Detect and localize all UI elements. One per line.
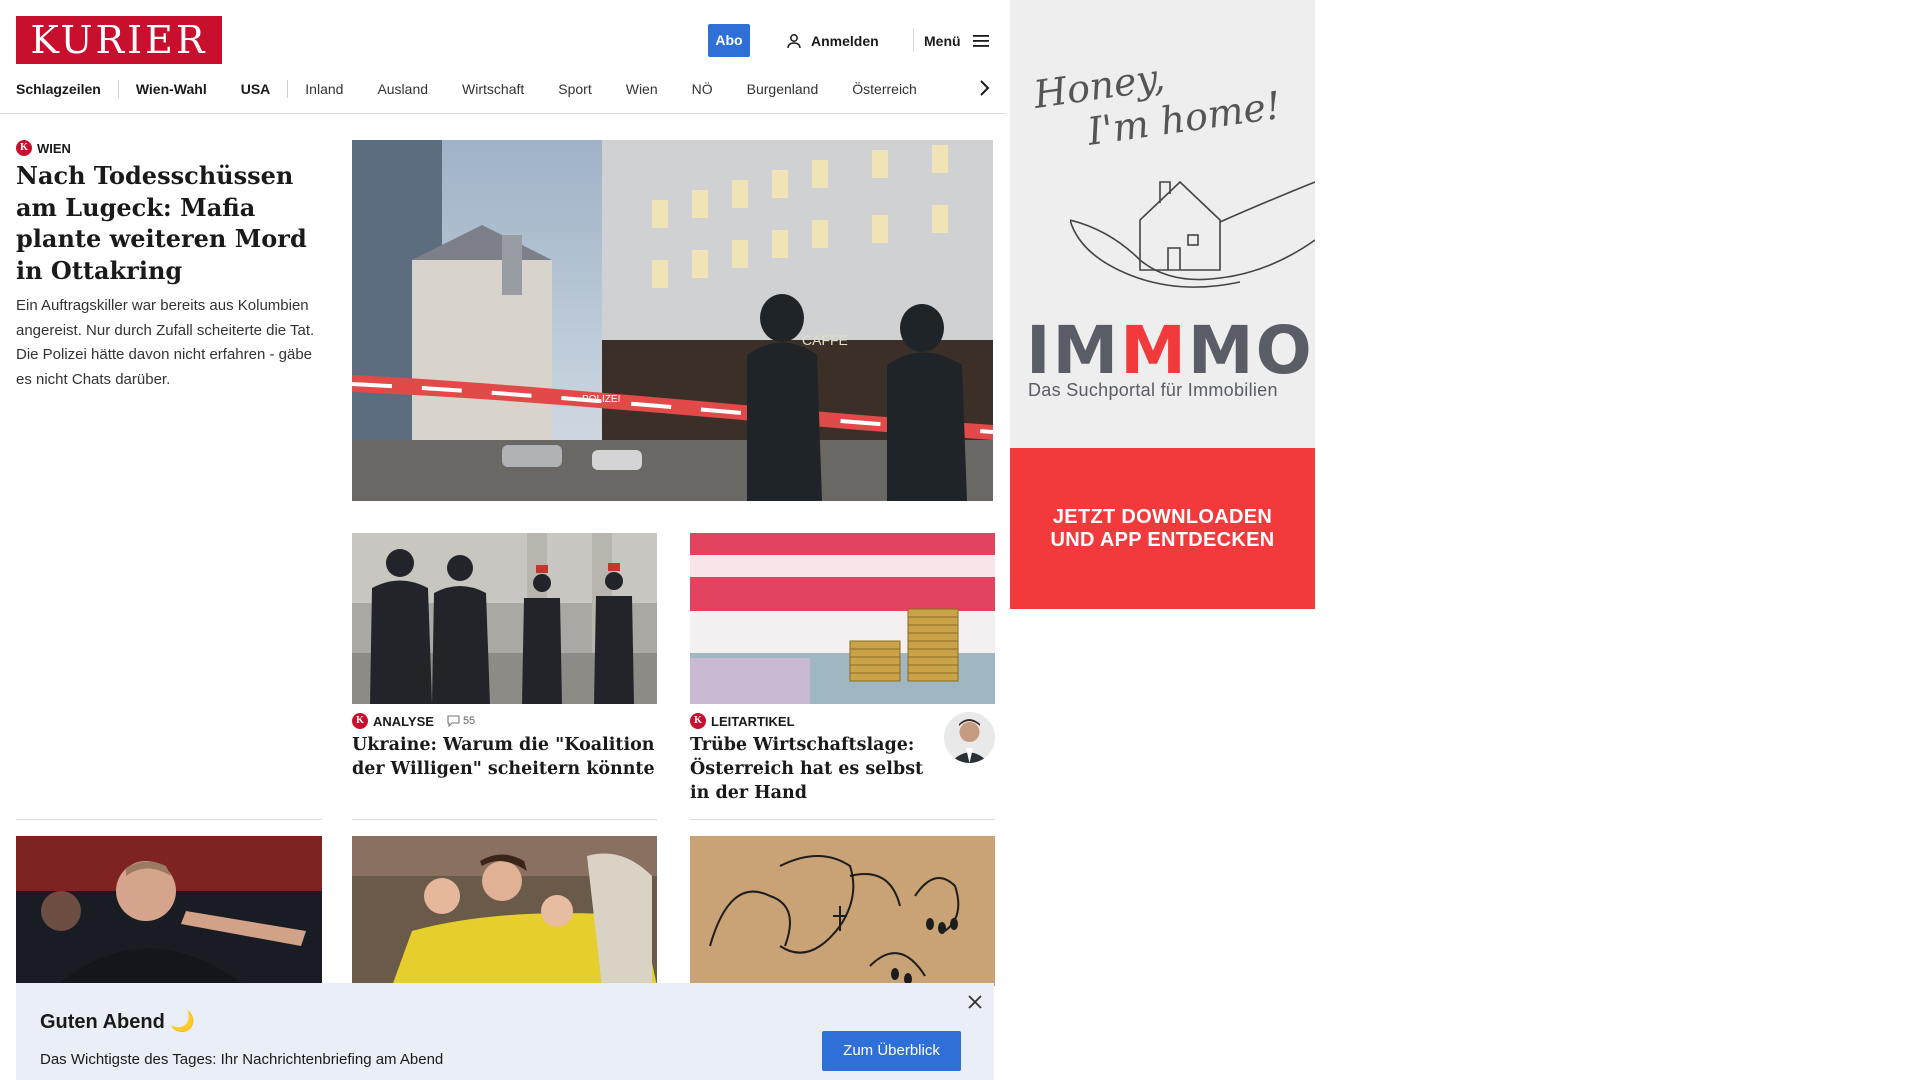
kurier-logo[interactable]: KURIER: [16, 16, 222, 64]
police-tape-text: POLIZEI: [582, 394, 620, 405]
hamburger-icon: [972, 34, 989, 47]
kurier-plus-badge: K: [352, 713, 368, 729]
ad-cta-line: UND APP ENTDECKEN: [1050, 528, 1275, 551]
card-image-ukraine[interactable]: [352, 533, 657, 704]
nav-item-burgenland[interactable]: Burgenland: [730, 76, 836, 102]
row-divider: [352, 819, 657, 820]
ad-subtitle: Das Suchportal für Immobilien: [1028, 380, 1278, 400]
kurier-plus-badge: K: [16, 140, 32, 156]
card-title-wirtschaft[interactable]: Trübe Wirtschaftslage: Österreich hat es…: [690, 733, 930, 805]
card-image-family[interactable]: [352, 836, 657, 986]
nav-item-usa[interactable]: USA: [224, 76, 288, 102]
row-divider: [16, 819, 322, 820]
nav-item-ausland[interactable]: Ausland: [360, 76, 445, 102]
lead-section-label: Wien: [37, 140, 71, 156]
nav-item-wien[interactable]: Wien: [609, 76, 675, 102]
banner-title: Guten Abend 🌙: [40, 1011, 196, 1033]
ad-brand-part: MO: [1187, 312, 1314, 389]
user-icon: [787, 33, 801, 48]
site-header: KURIER Abo Anmelden Menü Schlagzeilen Wi…: [0, 0, 1006, 114]
ad-brand-part-red: M: [1120, 312, 1188, 389]
chevron-right-icon[interactable]: [974, 78, 994, 98]
abo-button[interactable]: Abo: [708, 24, 750, 57]
close-icon[interactable]: [966, 993, 984, 1011]
menu-label: Menü: [924, 32, 961, 49]
house-in-hand-icon: [1070, 180, 1315, 288]
card-image-illustration[interactable]: [690, 836, 995, 986]
nav-item-sport[interactable]: Sport: [541, 76, 608, 102]
comment-count-value: 55: [462, 715, 476, 727]
overview-button[interactable]: Zum Überblick: [822, 1031, 961, 1071]
comment-icon: [447, 715, 460, 727]
login-label: Anmelden: [811, 32, 879, 49]
nav-item-wirtschaft[interactable]: Wirtschaft: [445, 76, 541, 102]
cafe-sign-text: CAFFE: [802, 332, 848, 348]
lead-image[interactable]: CAFFE POLIZEI: [352, 140, 993, 501]
lead-kicker: K Wien: [16, 140, 71, 156]
ad-cta-button[interactable]: JETZT DOWNLOADEN UND APP ENTDECKEN: [1010, 448, 1315, 609]
section-nav: Schlagzeilen Wien-Wahl USA Inland Auslan…: [16, 76, 996, 102]
nav-item-wien-wahl[interactable]: Wien-Wahl: [119, 76, 224, 102]
card-kicker-leitartikel: K Leitartikel: [690, 713, 795, 729]
ad-brand-part: IM: [1026, 312, 1121, 389]
card-section-label: Leitartikel: [711, 713, 795, 729]
ad-brand-logo: IMMMO: [1026, 312, 1314, 389]
header-divider: [913, 28, 914, 52]
row-divider: [690, 819, 995, 820]
nav-item-oesterreich[interactable]: Österreich: [835, 76, 934, 102]
lead-headline[interactable]: Nach Todesschüssen am Lugeck: Mafia plan…: [16, 160, 322, 286]
ad-script-text: Honey, I'm home!: [1031, 40, 1284, 161]
nav-item-schlagzeilen[interactable]: Schlagzeilen: [16, 76, 118, 102]
evening-briefing-banner: Guten Abend 🌙 Das Wichtigste des Tages: …: [16, 983, 994, 1080]
nav-item-noe[interactable]: NÖ: [675, 76, 730, 102]
card-image-wirtschaft[interactable]: [690, 533, 995, 704]
card-section-label: Analyse: [373, 713, 434, 729]
banner-text: Das Wichtigste des Tages: Ihr Nachrichte…: [40, 1051, 444, 1068]
ad-cta-line: JETZT DOWNLOADEN: [1052, 505, 1273, 528]
kurier-plus-badge: K: [690, 713, 706, 729]
comment-count[interactable]: 55: [447, 715, 475, 727]
card-image-sport[interactable]: [16, 836, 322, 986]
login-button[interactable]: Anmelden: [786, 24, 879, 57]
menu-button[interactable]: Menü: [924, 24, 989, 57]
lead-teaser: Ein Auftragskiller war bereits aus Kolum…: [16, 297, 315, 388]
immmo-ad[interactable]: Honey, I'm home! IMMMO Das Suchportal fü…: [1010, 0, 1315, 609]
author-avatar[interactable]: [944, 712, 995, 763]
card-title-ukraine[interactable]: Ukraine: Warum die "Koalition der Willig…: [352, 733, 657, 781]
nav-item-inland[interactable]: Inland: [288, 76, 360, 102]
card-kicker-analyse: K Analyse 55: [352, 713, 475, 729]
